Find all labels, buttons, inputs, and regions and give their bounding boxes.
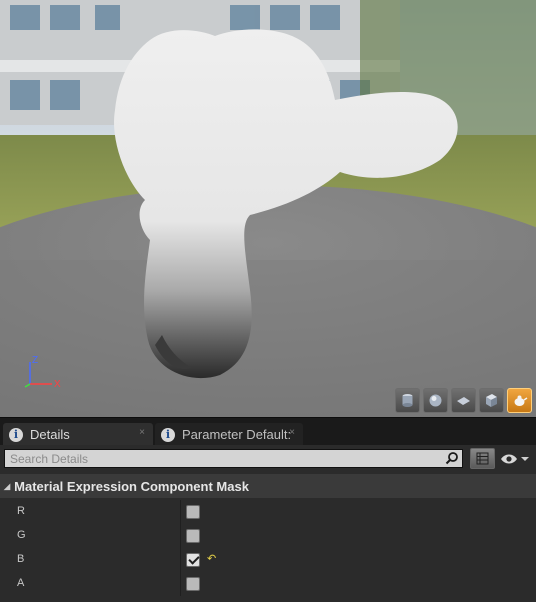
property-row-r: R: [0, 500, 536, 524]
close-tab-icon[interactable]: ×: [139, 427, 145, 438]
property-row-a: A: [0, 572, 536, 596]
search-details-input[interactable]: Search Details: [4, 449, 463, 468]
tab-parameter-defaults-label: Parameter Default:: [182, 427, 292, 442]
property-matrix-button[interactable]: [470, 448, 495, 469]
axis-z-label: Z: [32, 355, 38, 366]
cube-preview-button[interactable]: [479, 388, 504, 413]
reset-to-default-icon[interactable]: ↶: [207, 552, 216, 565]
property-name: B: [17, 553, 25, 565]
column-divider[interactable]: [180, 500, 181, 524]
search-row: Search Details: [0, 445, 536, 472]
details-panel: Search Details ◢ Material Expression Com…: [0, 445, 536, 602]
column-divider[interactable]: [180, 524, 181, 548]
axis-gizmo: Z X: [24, 355, 61, 390]
cylinder-preview-button[interactable]: [395, 388, 420, 413]
category-header[interactable]: ◢ Material Expression Component Mask: [0, 474, 536, 498]
checkbox-r[interactable]: [186, 505, 200, 519]
checkbox-a[interactable]: [186, 577, 200, 591]
details-tab-bar: i Details × i Parameter Default: ×: [0, 417, 536, 446]
category-title: Material Expression Component Mask: [14, 478, 249, 494]
preview-mesh-toolbar: [395, 388, 532, 413]
axis-x-label: X: [54, 379, 61, 390]
collapse-arrow-icon[interactable]: ◢: [4, 482, 10, 491]
search-icon[interactable]: [445, 451, 459, 465]
list-grid-icon: [476, 452, 489, 465]
checkbox-g[interactable]: [186, 529, 200, 543]
info-icon: i: [9, 427, 23, 442]
plane-preview-button[interactable]: [451, 388, 476, 413]
custom-mesh-preview-button[interactable]: [507, 388, 532, 413]
property-row-b: B ↶: [0, 548, 536, 572]
sphere-preview-button[interactable]: [423, 388, 448, 413]
material-preview-viewport[interactable]: Z X: [0, 0, 536, 417]
view-options-eye-icon[interactable]: [500, 452, 532, 466]
search-placeholder: Search Details: [10, 452, 89, 466]
property-row-g: G: [0, 524, 536, 548]
cylinder-icon: [402, 394, 413, 407]
tab-details-label: Details: [30, 427, 70, 442]
tab-details[interactable]: i Details ×: [3, 423, 153, 446]
checkbox-b[interactable]: [186, 553, 200, 567]
close-tab-icon[interactable]: ×: [289, 427, 295, 438]
info-icon: i: [161, 427, 175, 442]
tab-parameter-defaults[interactable]: i Parameter Default: ×: [155, 423, 303, 446]
property-name: G: [17, 529, 26, 541]
column-divider[interactable]: [180, 548, 181, 572]
column-divider[interactable]: [180, 572, 181, 596]
teapot-mesh-icon: [514, 395, 528, 406]
property-name: R: [17, 505, 25, 517]
sphere-icon: [429, 394, 442, 407]
preview-scene: [0, 0, 536, 417]
plane-icon: [457, 397, 470, 405]
property-name: A: [17, 577, 25, 589]
cube-icon: [486, 394, 497, 407]
